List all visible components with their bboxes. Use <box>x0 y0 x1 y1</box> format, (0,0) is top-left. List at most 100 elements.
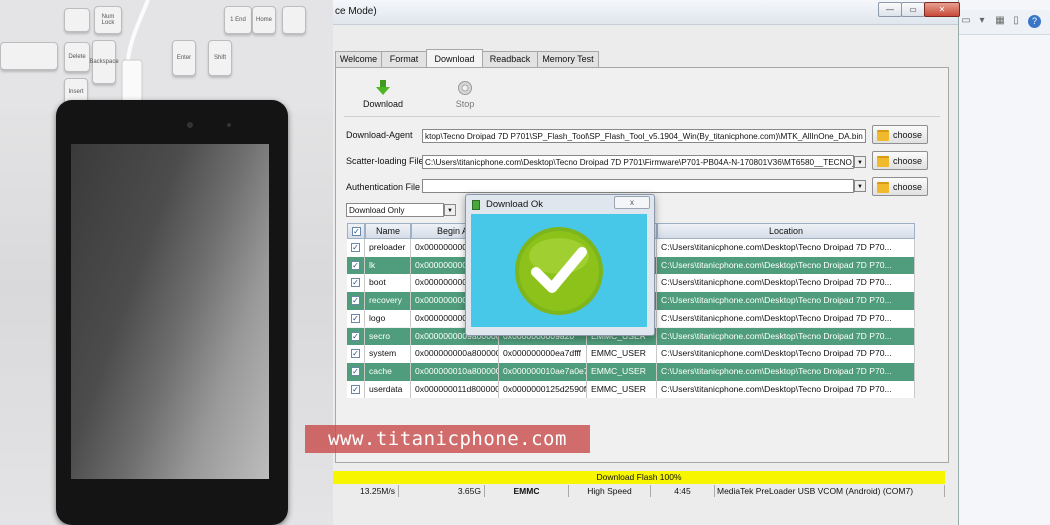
select-all-header[interactable]: ✓ <box>347 223 365 239</box>
stop-button[interactable]: Stop <box>440 80 490 109</box>
scatter-file-label: Scatter-loading File <box>346 156 424 166</box>
progress-text: Download Flash 100% <box>596 472 682 482</box>
authentication-file-field[interactable] <box>422 179 854 193</box>
end-address: 0x000000010ae7a0e7 <box>499 362 587 381</box>
storage-type: EMMC <box>485 485 569 497</box>
row-checkbox[interactable]: ✓ <box>351 260 360 270</box>
usb-cable <box>121 0 150 105</box>
tab-format[interactable]: Format <box>381 51 427 67</box>
status-bar: 13.25M/s 3.65G EMMC High Speed 4:45 Medi… <box>333 485 945 497</box>
stop-icon <box>458 81 472 95</box>
background-toolbar: ▭ ▾ ▦ ▯ ? <box>958 10 1050 35</box>
key-home: Home <box>252 6 276 34</box>
partition-name: lk <box>365 256 411 275</box>
row-checkbox[interactable]: ✓ <box>351 243 360 252</box>
choose-auth-button[interactable]: choose <box>872 177 928 196</box>
location: C:\Users\titanicphone.com\Desktop\Tecno … <box>657 380 915 399</box>
partition-name: userdata <box>365 380 411 399</box>
row-checkbox[interactable]: ✓ <box>351 384 360 394</box>
sensor-icon <box>227 123 231 127</box>
partition-name: recovery <box>365 292 411 310</box>
select-all-checkbox[interactable]: ✓ <box>352 227 361 236</box>
watermark-banner: www.titanicphone.com <box>305 425 590 453</box>
folder-icon <box>877 156 889 167</box>
download-agent-field[interactable]: ktop\Tecno Droipad 7D P701\SP_Flash_Tool… <box>422 129 866 143</box>
table-row[interactable]: ✓ system 0x000000000a800000 0x000000000e… <box>347 345 915 363</box>
window-title: ce Mode) <box>335 6 377 17</box>
tablet-screen <box>71 144 269 479</box>
download-button[interactable]: Download <box>358 80 408 109</box>
row-checkbox[interactable]: ✓ <box>351 331 360 341</box>
camera-icon <box>187 122 193 128</box>
scatter-file-field[interactable]: C:\Users\titanicphone.com\Desktop\Tecno … <box>422 155 854 169</box>
key-end: 1 End <box>224 6 252 34</box>
table-row[interactable]: ✓ userdata 0x000000011d800000 0x00000001… <box>347 380 915 399</box>
scatter-dropdown-icon[interactable]: ▼ <box>854 156 866 168</box>
dialog-body <box>471 214 647 327</box>
choose-label: choose <box>893 156 923 166</box>
speed-readout: 13.25M/s <box>333 485 399 497</box>
checkmark-icon <box>515 227 603 315</box>
auth-dropdown-icon[interactable]: ▼ <box>854 180 866 192</box>
tab-welcome[interactable]: Welcome <box>335 51 382 67</box>
folder-icon <box>877 182 889 193</box>
row-checkbox[interactable]: ✓ <box>351 366 360 376</box>
begin-address: 0x000000010a800000 <box>411 362 499 381</box>
port-info: MediaTek PreLoader USB VCOM (Android) (C… <box>715 485 945 497</box>
region: EMMC_USER <box>587 345 657 363</box>
row-checkbox[interactable]: ✓ <box>351 349 360 359</box>
choose-scatter-button[interactable]: choose <box>872 151 928 170</box>
background-window: ▭ ▾ ▦ ▯ ? <box>958 0 1050 525</box>
app-icon <box>472 200 480 210</box>
region: EMMC_USER <box>587 380 657 399</box>
location: C:\Users\titanicphone.com\Desktop\Tecno … <box>657 256 915 275</box>
chevron-down-icon[interactable]: ▾ <box>976 15 988 27</box>
dialog-title: Download Ok <box>486 199 544 210</box>
pane-icon[interactable]: ▯ <box>1010 15 1022 27</box>
location: C:\Users\titanicphone.com\Desktop\Tecno … <box>657 292 915 310</box>
progress-bar: Download Flash 100% <box>333 471 945 484</box>
tablet-device <box>56 100 288 525</box>
row-checkbox[interactable]: ✓ <box>351 313 360 323</box>
elapsed-time: 4:45 <box>651 485 715 497</box>
action-bar: Download Stop <box>344 76 940 117</box>
location: C:\Users\titanicphone.com\Desktop\Tecno … <box>657 309 915 328</box>
maximize-button[interactable]: ▭ <box>901 2 925 17</box>
download-label: Download <box>362 99 404 109</box>
mode-dropdown-icon[interactable]: ▼ <box>444 204 456 216</box>
partition-name: system <box>365 345 411 363</box>
choose-agent-button[interactable]: choose <box>872 125 928 144</box>
download-arrow-icon <box>376 80 390 95</box>
row-checkbox[interactable]: ✓ <box>351 296 360 306</box>
title-bar: ce Mode) — ▭ ✕ <box>333 0 960 25</box>
mode-select[interactable]: Download Only <box>346 203 444 217</box>
key-shift: Shift <box>208 40 232 76</box>
partition-name: boot <box>365 274 411 293</box>
key-enter: Enter <box>172 40 196 76</box>
end-address: 0x000000000ea7dfff <box>499 345 587 363</box>
keyboard: Num Lock 1 End Delete Backspace Enter Sh… <box>0 0 333 110</box>
tab-readback[interactable]: Readback <box>482 51 538 67</box>
close-button[interactable]: ✕ <box>924 2 960 17</box>
partition-name: logo <box>365 309 411 328</box>
choose-label: choose <box>893 130 923 140</box>
region: EMMC_USER <box>587 362 657 381</box>
key-delete: Delete <box>64 42 90 72</box>
tab-memory-test[interactable]: Memory Test <box>537 51 599 67</box>
dialog-close-button[interactable]: x <box>614 196 650 209</box>
help-icon[interactable]: ? <box>1028 15 1041 28</box>
column-header-name[interactable]: Name <box>365 223 411 239</box>
row-checkbox[interactable]: ✓ <box>351 278 360 288</box>
view-icon[interactable]: ▦ <box>994 15 1006 27</box>
folder-icon <box>877 130 889 141</box>
begin-address: 0x000000000a800000 <box>411 345 499 363</box>
table-row[interactable]: ✓ cache 0x000000010a800000 0x000000010ae… <box>347 362 915 381</box>
column-header-location[interactable]: Location <box>657 223 915 239</box>
partition-name: cache <box>365 362 411 381</box>
location: C:\Users\titanicphone.com\Desktop\Tecno … <box>657 239 915 257</box>
speed-mode: High Speed <box>569 485 651 497</box>
minimize-button[interactable]: — <box>878 2 902 17</box>
partition-name: secro <box>365 327 411 346</box>
tab-download[interactable]: Download <box>426 49 483 68</box>
page-icon[interactable]: ▭ <box>960 15 972 27</box>
